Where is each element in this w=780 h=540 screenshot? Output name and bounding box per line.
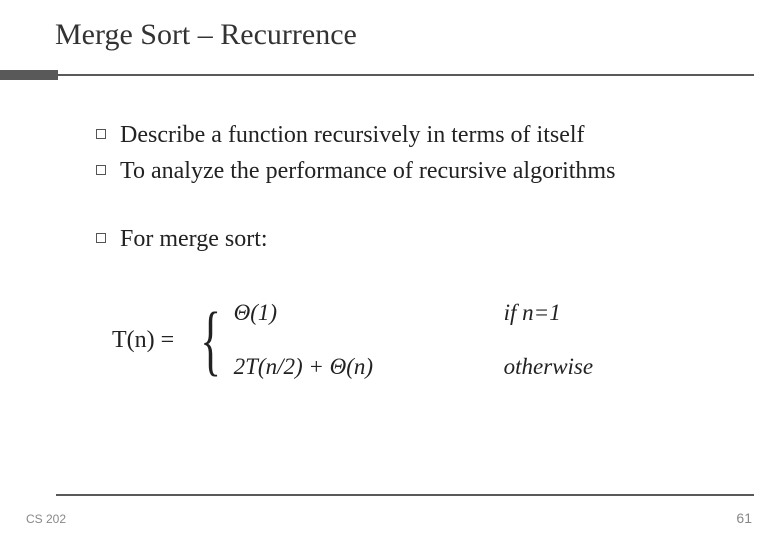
bullet-item: To analyze the performance of recursive … — [96, 156, 740, 186]
content-area: Describe a function recursively in terms… — [0, 84, 780, 380]
footer-course: CS 202 — [26, 512, 66, 526]
footer-rule — [56, 494, 754, 496]
case1-expression: Θ(1) — [234, 300, 464, 326]
slide-number: 61 — [736, 510, 752, 526]
bullet-text: Describe a function recursively in terms… — [120, 120, 585, 150]
bullet-text: To analyze the performance of recursive … — [120, 156, 615, 186]
title-rule-block — [0, 70, 58, 80]
recurrence-lhs: T(n) = — [112, 327, 174, 354]
bullet-item: Describe a function recursively in terms… — [96, 120, 740, 150]
title-rule — [0, 70, 780, 84]
square-bullet-icon — [96, 129, 106, 139]
bullet-text: For merge sort: — [120, 224, 268, 254]
recurrence-cases: Θ(1) if n=1 2T(n/2) + Θ(n) otherwise — [234, 300, 593, 380]
bullet-item: For merge sort: — [96, 224, 740, 254]
case1-condition: if n=1 — [504, 300, 593, 326]
square-bullet-icon — [96, 233, 106, 243]
square-bullet-icon — [96, 165, 106, 175]
recurrence-definition: T(n) = { Θ(1) if n=1 2T(n/2) + Θ(n) othe… — [96, 300, 740, 380]
case2-expression: 2T(n/2) + Θ(n) — [234, 354, 464, 380]
left-brace-icon: { — [201, 309, 222, 371]
slide-title: Merge Sort – Recurrence — [0, 0, 780, 52]
case2-condition: otherwise — [504, 354, 593, 380]
title-rule-line — [0, 74, 754, 76]
